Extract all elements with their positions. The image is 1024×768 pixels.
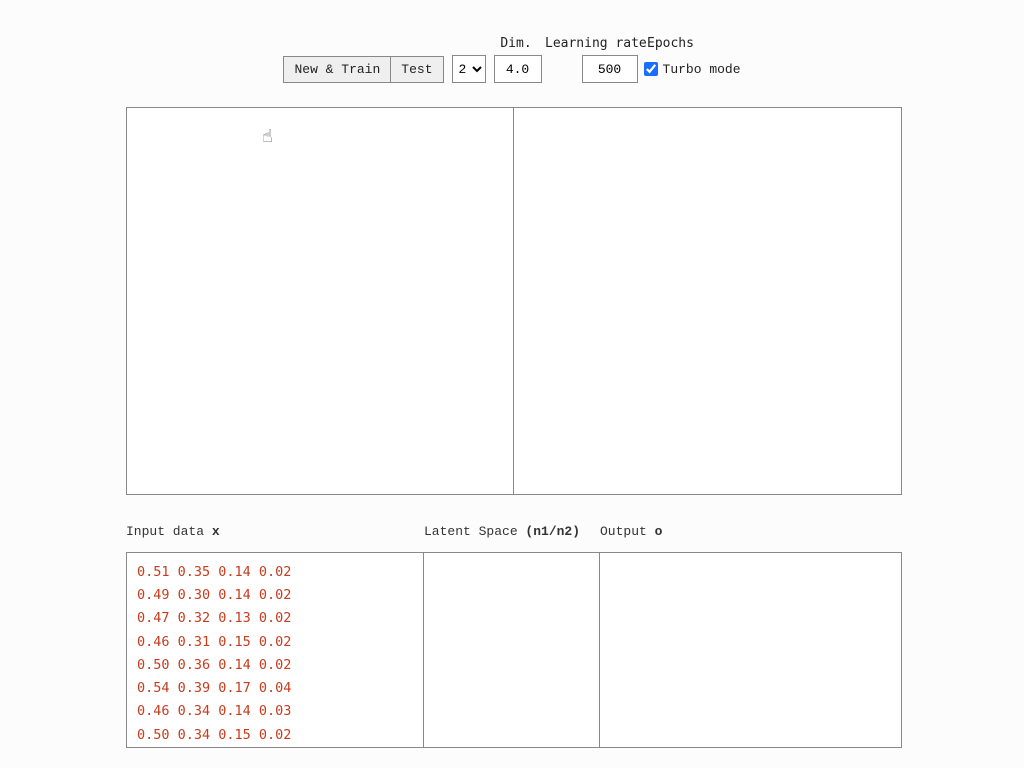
learning-rate-label: Learning rate xyxy=(545,36,647,51)
list-item: 0.46 0.31 0.15 0.02 xyxy=(137,631,413,654)
latent-space-scroll[interactable] xyxy=(424,553,599,747)
turbo-mode-checkbox[interactable] xyxy=(644,62,658,76)
list-item: 0.49 0.30 0.14 0.02 xyxy=(137,584,413,607)
input-data-heading: Input data x xyxy=(126,524,424,539)
list-item: 0.54 0.39 0.17 0.04 xyxy=(137,677,413,700)
output-panel xyxy=(600,552,902,748)
canvas-right[interactable] xyxy=(514,108,901,494)
pointer-cursor-icon: ☝ xyxy=(262,126,273,148)
turbo-mode-label: Turbo mode xyxy=(663,62,741,77)
list-item: 0.50 0.34 0.15 0.02 xyxy=(137,724,413,747)
canvas-left[interactable]: ☝ xyxy=(127,108,514,494)
turbo-mode-toggle[interactable]: Turbo mode xyxy=(640,59,741,79)
list-item: 0.47 0.32 0.13 0.02 xyxy=(137,607,413,630)
latent-space-heading: Latent Space (n1/n2) xyxy=(424,524,600,539)
list-item: 0.50 0.36 0.14 0.02 xyxy=(137,654,413,677)
test-button[interactable]: Test xyxy=(390,56,443,83)
list-item: 0.51 0.35 0.14 0.02 xyxy=(137,561,413,584)
dim-select[interactable]: 1234 xyxy=(452,55,486,83)
latent-space-panel xyxy=(424,552,600,748)
input-data-scroll[interactable]: 0.51 0.35 0.14 0.020.49 0.30 0.14 0.020.… xyxy=(127,553,423,747)
output-heading: Output o xyxy=(600,524,662,539)
new-train-button[interactable]: New & Train xyxy=(283,56,390,83)
visualization-panels: ☝ xyxy=(126,107,902,495)
input-data-panel: 0.51 0.35 0.14 0.020.49 0.30 0.14 0.020.… xyxy=(126,552,424,748)
dim-label: Dim. xyxy=(487,36,545,51)
learning-rate-input[interactable] xyxy=(494,55,542,83)
list-item: 0.46 0.34 0.14 0.03 xyxy=(137,700,413,723)
epochs-label: Epochs xyxy=(647,36,707,51)
epochs-input[interactable] xyxy=(582,55,638,83)
output-scroll[interactable] xyxy=(600,553,901,747)
